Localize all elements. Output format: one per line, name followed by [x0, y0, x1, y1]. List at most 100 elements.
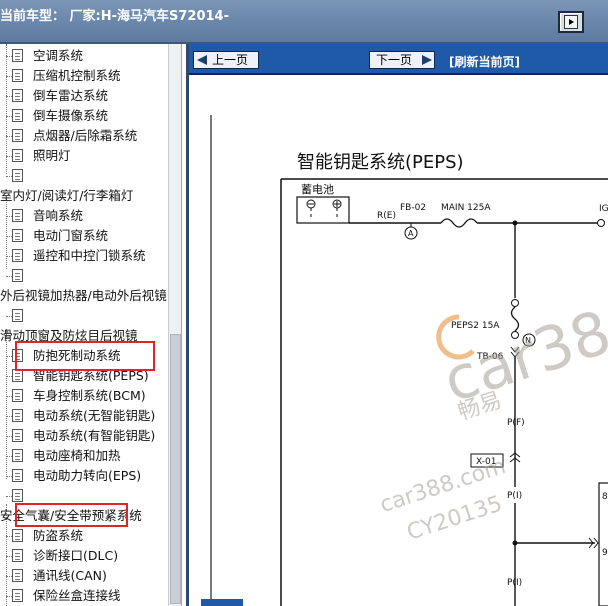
title-bar: 当前车型： 厂家:H-海马汽车S72014- [0, 0, 608, 44]
tree-item-label: 通讯线(CAN) [33, 568, 107, 583]
tree-guide [6, 556, 12, 557]
document-icon [12, 429, 23, 442]
panel-toggle-button[interactable] [558, 11, 584, 33]
document-icon [12, 169, 23, 182]
tree-item-label: 压缩机控制系统 [33, 68, 121, 83]
ig-label: IG [599, 204, 608, 214]
tree-guide [6, 596, 12, 597]
battery-symbol [296, 196, 350, 224]
tree-guide [6, 236, 12, 237]
tree-guide [6, 576, 12, 577]
next-page-button[interactable]: 下一页 [369, 51, 435, 69]
wire-pi-label: P(I) [507, 491, 522, 501]
document-icon [12, 409, 23, 422]
document-icon [12, 569, 23, 582]
prev-page-label: 上一页 [212, 53, 249, 67]
fuse-terminal-top [511, 299, 519, 307]
tree-guide [6, 276, 12, 277]
tree-guide [6, 456, 12, 457]
wiring-diagram-svg: 智能钥匙系统(PEPS) 蓄电池 R(E) FB-02 A MAIN 125A [210, 115, 608, 606]
sidebar-tree: 空调系统 压缩机控制系统 倒车雷达系统 倒车摄像系统 点烟器/后除霜系统 照明灯 室内灯/阅… [0, 44, 182, 606]
document-icon [12, 49, 23, 62]
tree-guide [6, 256, 12, 257]
tree-guide [6, 216, 12, 217]
window-title: 当前车型： 厂家:H-海马汽车S72014- [0, 9, 229, 24]
document-icon [12, 469, 23, 482]
tree-item-label: 音响系统 [33, 208, 84, 223]
tree-guide [6, 96, 12, 97]
tree-item-label: 倒车雷达系统 [33, 88, 109, 103]
page-navbar: 上一页 下一页 [刷新当前页] [189, 44, 608, 75]
peps-fuse-label: PEPS2 15A [451, 321, 500, 331]
tree-guide [6, 316, 12, 317]
terminal-9: 9 [602, 548, 608, 558]
main-fuse-symbol [440, 218, 478, 228]
next-page-label: 下一页 [376, 53, 413, 67]
battery-label: 蓄电池 [301, 183, 334, 196]
sidebar-scrollbar[interactable] [168, 44, 181, 606]
bus-terminal [597, 219, 605, 227]
prev-page-button[interactable]: 上一页 [193, 51, 259, 69]
document-icon [12, 549, 23, 562]
document-icon [12, 449, 23, 462]
tree-guide [6, 356, 12, 357]
document-icon [12, 89, 23, 102]
tree-guide [6, 476, 12, 477]
highlight-peps [15, 341, 155, 371]
tree-guide [6, 436, 12, 437]
tree-item-label: 电动座椅和加热 [33, 448, 121, 463]
tree-item-label: 电动门窗系统 [33, 228, 109, 243]
document-icon [12, 149, 23, 162]
document-icon [12, 109, 23, 122]
tree-item-label: 遥控和中控门锁系统 [33, 248, 146, 263]
tree-item-label: 外后视镜加热器/电动外后视镜 [0, 288, 167, 303]
refresh-page-link[interactable]: [刷新当前页] [449, 53, 520, 70]
terminal-8: 8 [602, 492, 608, 502]
tree-item-label: 照明灯 [33, 148, 71, 163]
document-icon [12, 589, 23, 602]
tree-guide [6, 176, 12, 177]
arrow-left-icon [197, 55, 207, 65]
tree-guide [6, 396, 12, 397]
scrollbar-thumb[interactable] [170, 334, 181, 604]
junction-dot-2 [512, 540, 518, 546]
tree-guide [6, 416, 12, 417]
tree-guide [6, 536, 12, 537]
watermark-logo: car388 [435, 286, 608, 417]
connector-a-label: A [408, 229, 414, 238]
tree-guide [6, 44, 7, 174]
tree-guide [6, 116, 12, 117]
document-icon [12, 389, 23, 402]
tree-guide [6, 56, 12, 57]
document-pane: 上一页 下一页 [刷新当前页] 智能钥匙系统(PEPS) 蓄电池 R(E) FB… [186, 44, 608, 606]
highlight-antitheft [15, 503, 128, 527]
document-icon [12, 209, 23, 222]
document-icon [12, 489, 23, 502]
diagram-title: 智能钥匙系统(PEPS) [297, 152, 464, 173]
tree-guide [6, 156, 12, 157]
tree-guide [6, 199, 7, 269]
tree-item-label: 车身控制系统(BCM) [33, 388, 146, 403]
junction-dot [512, 220, 518, 226]
fuse-fb02-label: FB-02 [400, 203, 426, 213]
document-icon [12, 229, 23, 242]
tree-item-label: 电动系统(有智能钥匙) [33, 428, 156, 443]
document-icon [12, 309, 23, 322]
document-icon [12, 269, 23, 282]
bottom-tab[interactable] [201, 599, 243, 606]
document-icon [12, 69, 23, 82]
wiring-diagram: 智能钥匙系统(PEPS) 蓄电池 R(E) FB-02 A MAIN 125A [189, 75, 608, 606]
tree-item-label: 空调系统 [33, 48, 84, 63]
tree-guide [6, 76, 12, 77]
tree-item-label: 保险丝盒连接线 [33, 588, 121, 603]
tree-item-label: 诊断接口(DLC) [33, 548, 119, 563]
wire-re-label: R(E) [377, 211, 396, 221]
wire-pi2-label: P(I) [507, 578, 522, 588]
tree-guide [6, 136, 12, 137]
tree-item-label: 倒车摄像系统 [33, 108, 109, 123]
tree-guide [6, 376, 12, 377]
tree-item-label: 电动助力转向(EPS) [33, 468, 142, 483]
document-icon [12, 249, 23, 262]
wire-pf-label: P(F) [507, 418, 525, 428]
tree-item-label: 点烟器/后除霜系统 [33, 128, 138, 143]
